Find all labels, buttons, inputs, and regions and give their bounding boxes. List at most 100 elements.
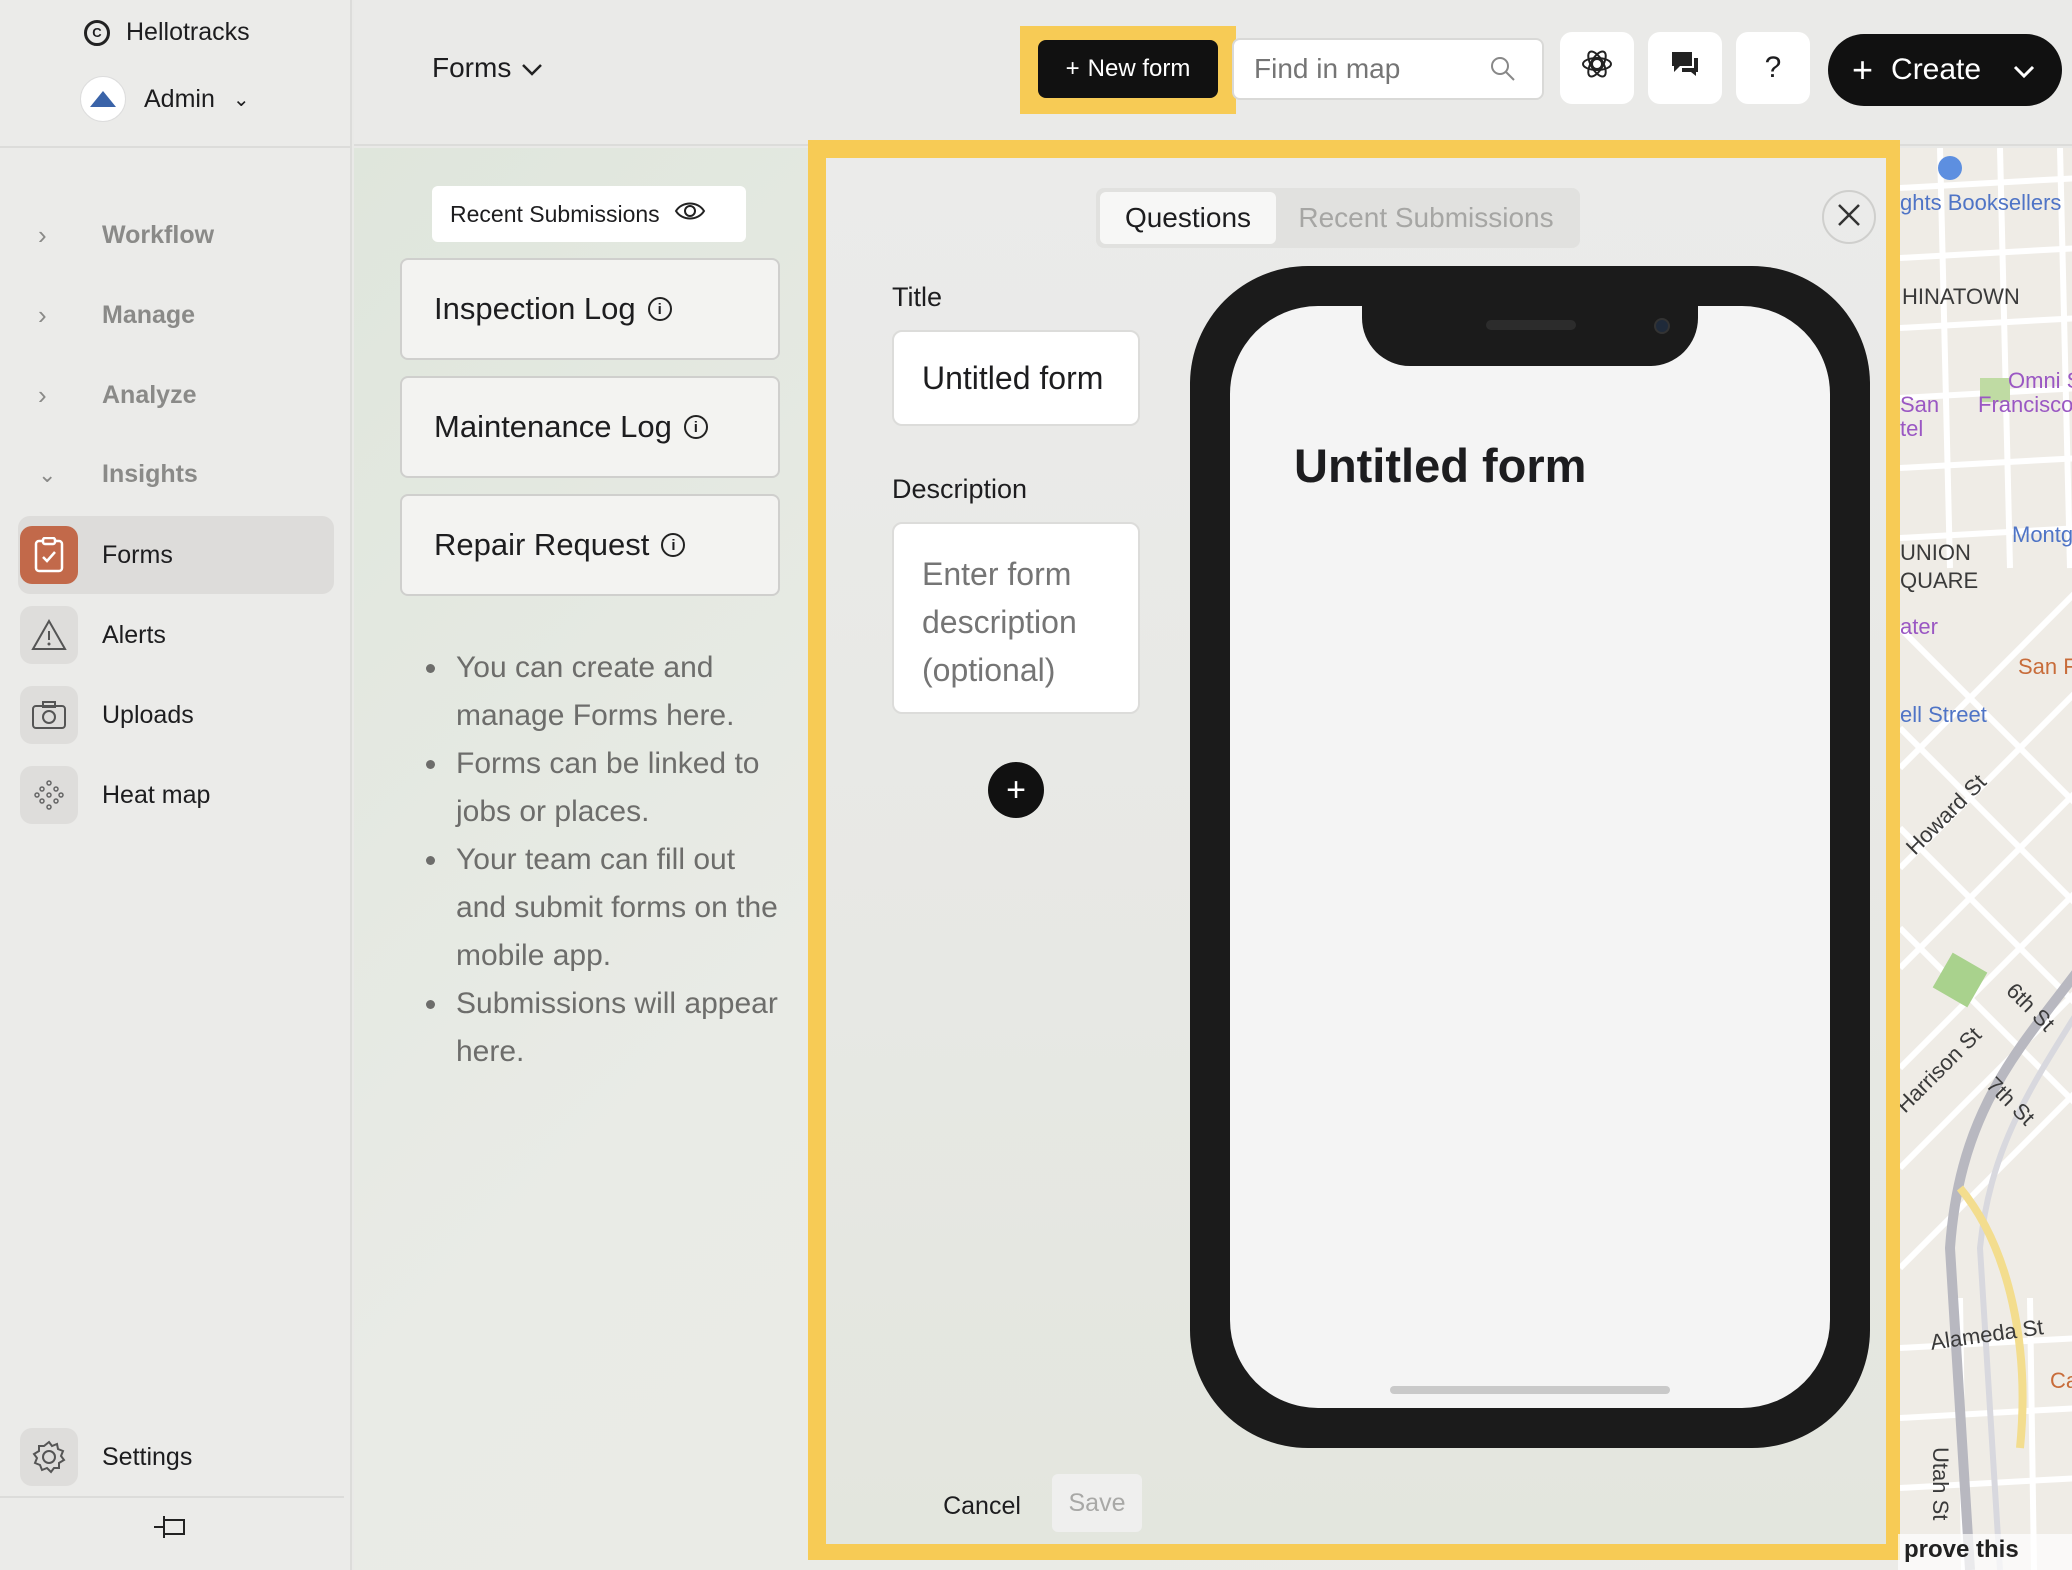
forms-tips-list: You can create and manage Forms here. Fo… <box>450 644 790 1076</box>
sidebar-item-settings[interactable]: Settings <box>18 1418 334 1496</box>
map-label: HINATOWN <box>1902 284 2020 309</box>
form-card-maintenance-log[interactable]: Maintenance Log i <box>400 376 780 478</box>
pin-sidebar-icon[interactable] <box>152 1512 188 1550</box>
add-question-button[interactable]: + <box>988 762 1044 818</box>
new-form-label: New form <box>1087 55 1191 82</box>
camera-icon <box>20 686 78 744</box>
map-label: UNION <box>1900 540 1971 565</box>
help-button[interactable]: ? <box>1736 32 1810 104</box>
phone-camera <box>1654 318 1670 334</box>
chevron-right-icon: › <box>38 300 47 330</box>
form-name: Inspection Log <box>434 291 636 326</box>
map-label: Montg <box>2012 522 2072 547</box>
hellotracks-logo-icon: C <box>84 19 110 46</box>
sidebar-item-forms[interactable]: Forms <box>18 516 334 594</box>
plus-icon: + <box>1852 49 1874 90</box>
nav-group-label: Manage <box>102 301 196 329</box>
chevron-right-icon: › <box>38 380 47 410</box>
form-name: Maintenance Log <box>434 409 672 444</box>
tab-questions[interactable]: Questions <box>1100 192 1276 244</box>
sidebar: C Hellotracks Admin ⌄ › Workflow › Manag… <box>0 0 352 1570</box>
sidebar-item-label: Heat map <box>102 780 211 809</box>
map-visible-area[interactable]: ghts Booksellers HINATOWN Omni S Francis… <box>1900 148 2072 1570</box>
map-label: ghts Booksellers <box>1900 190 2062 215</box>
help-label: ? <box>1764 51 1782 84</box>
map-label: ell Street <box>1900 702 1987 727</box>
map-label: San F <box>2018 654 2072 679</box>
section-title-dropdown[interactable]: Forms <box>432 52 543 84</box>
org-switcher[interactable]: Admin ⌄ <box>80 76 250 122</box>
tip-item: Forms can be linked to jobs or places. <box>450 740 790 836</box>
map-streets <box>1900 148 2072 1570</box>
phone-notch <box>1362 300 1698 366</box>
chat-bubbles-icon <box>1670 50 1700 86</box>
chevron-down-icon <box>2013 53 2035 87</box>
org-name: Admin <box>144 84 215 113</box>
create-label: Create <box>1891 53 1982 86</box>
title-input[interactable] <box>892 330 1140 426</box>
preview-form-title: Untitled form <box>1294 439 1587 492</box>
sidebar-item-label: Uploads <box>102 700 194 729</box>
map-label: ater <box>1900 614 1938 639</box>
cancel-button[interactable]: Cancel <box>924 1480 1040 1532</box>
close-button[interactable] <box>1822 190 1876 244</box>
nav-group-insights[interactable]: ⌄ Insights <box>38 460 198 489</box>
gear-icon <box>20 1428 78 1486</box>
form-card-repair-request[interactable]: Repair Request i <box>400 494 780 596</box>
nav-group-label: Workflow <box>102 221 215 249</box>
new-form-button[interactable]: + New form <box>1038 40 1218 98</box>
info-icon[interactable]: i <box>661 533 686 557</box>
sidebar-item-label: Alerts <box>102 620 166 649</box>
recent-submissions-label: Recent Submissions <box>450 200 660 227</box>
dots-grid-icon <box>20 766 78 824</box>
map-label: San <box>1900 392 1940 417</box>
divider <box>0 1496 344 1498</box>
nav-group-label: Insights <box>102 460 198 488</box>
warning-triangle-icon <box>20 606 78 664</box>
info-icon[interactable]: i <box>647 297 672 321</box>
sidebar-item-label: Settings <box>102 1442 193 1471</box>
ai-assistant-button[interactable] <box>1560 32 1634 104</box>
chevron-down-icon <box>521 52 543 84</box>
map-label: QUARE <box>1900 568 1979 593</box>
sidebar-item-uploads[interactable]: Uploads <box>18 676 334 754</box>
map-label: Francisco <box>1978 392 2072 417</box>
section-title: Forms <box>432 52 512 83</box>
brand-name: Hellotracks <box>126 18 250 46</box>
title-label: Title <box>892 282 943 312</box>
tip-item: Your team can fill out and submit forms … <box>450 836 790 980</box>
nav-group-analyze[interactable]: › Analyze <box>38 380 196 411</box>
tip-item: You can create and manage Forms here. <box>450 644 790 740</box>
nav-group-manage[interactable]: › Manage <box>38 300 195 331</box>
openai-icon <box>1580 47 1614 89</box>
brand[interactable]: C Hellotracks <box>84 18 250 47</box>
form-name: Repair Request <box>434 527 650 562</box>
tab-recent-submissions[interactable]: Recent Submissions <box>1276 192 1576 244</box>
sidebar-item-heat-map[interactable]: Heat map <box>18 756 334 834</box>
chat-button[interactable] <box>1648 32 1722 104</box>
org-avatar <box>80 76 126 122</box>
divider <box>0 146 350 148</box>
description-input[interactable] <box>892 522 1140 714</box>
eye-icon <box>674 200 706 228</box>
form-card-inspection-log[interactable]: Inspection Log i <box>400 258 780 360</box>
map-label: Omni S <box>2008 368 2072 393</box>
description-label: Description <box>892 474 1028 504</box>
sidebar-item-label: Forms <box>102 540 173 569</box>
create-button[interactable]: + Create <box>1828 34 2062 106</box>
improve-map-link[interactable]: prove this map <box>1898 1534 2072 1570</box>
tip-item: Submissions will appear here. <box>450 980 790 1076</box>
phone-speaker <box>1486 320 1576 330</box>
nav-group-workflow[interactable]: › Workflow <box>38 220 214 251</box>
plus-icon: + <box>1006 770 1026 809</box>
sidebar-item-alerts[interactable]: Alerts <box>18 596 334 674</box>
plus-icon: + <box>1065 55 1080 82</box>
chevron-right-icon: › <box>38 220 47 250</box>
map-label: Utah St <box>1928 1447 1953 1521</box>
top-bar: Forms + New form ? + Create <box>354 0 2072 146</box>
chevron-down-icon: ⌄ <box>38 461 57 487</box>
nav-group-label: Analyze <box>102 381 197 409</box>
save-button[interactable]: Save <box>1052 1474 1142 1532</box>
recent-submissions-toggle[interactable]: Recent Submissions <box>432 186 746 242</box>
info-icon[interactable]: i <box>683 415 708 439</box>
